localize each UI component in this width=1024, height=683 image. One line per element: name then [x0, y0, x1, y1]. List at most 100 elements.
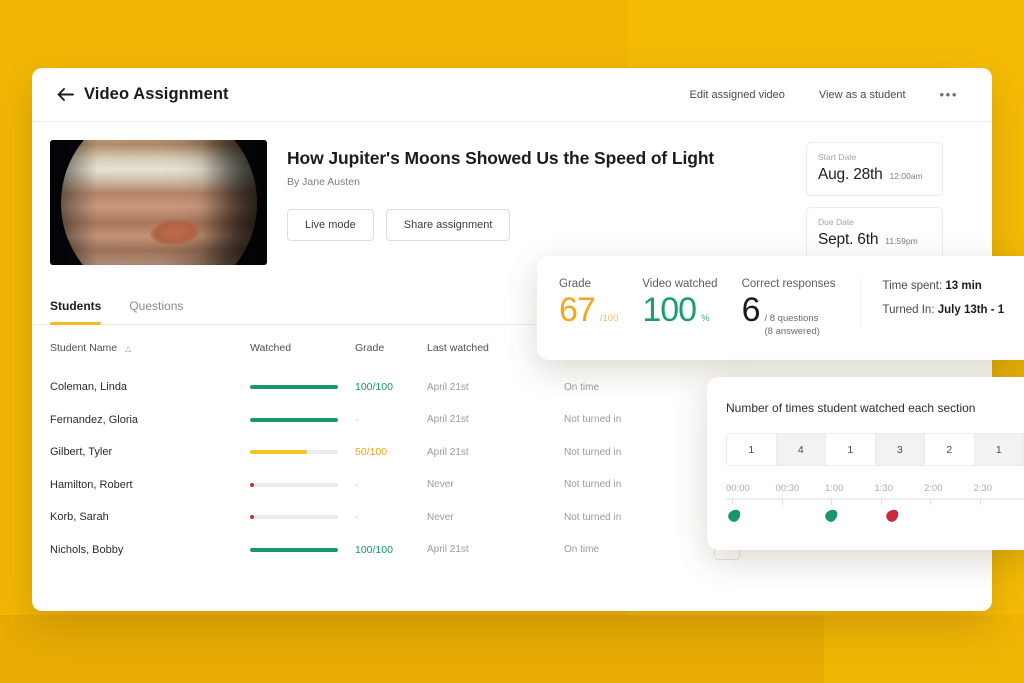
page-title: Video Assignment [84, 85, 229, 104]
start-date-value: Aug. 28th [818, 166, 883, 184]
time-spent-label: Time spent: [883, 280, 943, 292]
due-date-card[interactable]: Due Date Sept. 6th 11:59pm [806, 207, 943, 261]
video-author: By Jane Austen [287, 176, 714, 188]
cell-watched [250, 450, 355, 454]
cell-student-name: Hamilton, Robert [50, 479, 250, 491]
stat-correct-responses-value-row: 6 / 8 questions (8 answered) [742, 293, 836, 341]
background-band-bottom-right [824, 615, 1024, 683]
stat-grade-value-row: 67 /100 [559, 293, 618, 327]
section-count-cell[interactable]: 3 [876, 434, 926, 465]
column-header-student-name[interactable]: Student Name △ [50, 342, 250, 354]
timeline-tick-mark [881, 498, 882, 505]
section-count-cell[interactable]: 1 [826, 434, 876, 465]
cell-student-name: Coleman, Linda [50, 381, 250, 393]
cell-last-watched: April 21st [427, 447, 564, 458]
cell-watched [250, 515, 355, 519]
hero-buttons: Live mode Share assignment [287, 209, 714, 241]
cell-student-name: Fernandez, Gloria [50, 414, 250, 426]
sort-ascending-icon[interactable]: △ [125, 344, 131, 353]
tab-questions[interactable]: Questions [129, 299, 183, 324]
section-count-cell[interactable]: 1 [727, 434, 777, 465]
thumbnail-shading [50, 140, 267, 265]
stat-video-watched-label: Video watched [642, 278, 717, 290]
stat-grade: Grade 67 /100 [559, 278, 618, 327]
timeline-question-pin[interactable] [726, 507, 743, 524]
cell-last-watched: Never [427, 479, 564, 490]
start-date-time: 12:00am [890, 171, 923, 181]
watched-progress-bar [250, 450, 338, 454]
cell-grade: 50/100 [355, 446, 427, 458]
cell-student-name: Gilbert, Tyler [50, 446, 250, 458]
table-row[interactable]: Coleman, Linda100/100April 21stOn time••… [50, 371, 792, 404]
stat-video-watched-value: 100 [642, 293, 696, 327]
timeline-tick-label: 2:30 [974, 483, 1024, 494]
students-table: Student Name △ Watched Grade Last watche… [32, 325, 792, 566]
start-date-card[interactable]: Start Date Aug. 28th 12:00am [806, 142, 943, 196]
section-watch-title: Number of times student watched each sec… [726, 401, 1024, 415]
start-date-value-row: Aug. 28th 12:00am [818, 166, 931, 184]
cell-watched [250, 548, 355, 552]
column-header-student-name-label: Student Name [50, 342, 117, 354]
cell-grade: - [355, 414, 427, 426]
table-row[interactable]: Fernandez, Gloria-April 21stNot turned i… [50, 404, 792, 437]
stat-questions-total: / 8 questions [764, 313, 818, 324]
stat-correct-responses: Correct responses 6 / 8 questions (8 ans… [742, 278, 836, 341]
cell-grade: - [355, 479, 427, 491]
timeline-tick-labels: 00:0000:301:001:302:002:30 [726, 483, 1024, 494]
section-count-cell[interactable]: 4 [777, 434, 827, 465]
section-count-cell[interactable]: 1 [975, 434, 1024, 465]
due-date-label: Due Date [818, 217, 931, 227]
column-header-watched[interactable]: Watched [250, 342, 355, 354]
column-header-grade[interactable]: Grade [355, 342, 427, 354]
watched-progress-bar [250, 418, 338, 422]
cell-grade: - [355, 511, 427, 523]
watched-progress-bar [250, 515, 338, 519]
video-title: How Jupiter's Moons Showed Us the Speed … [287, 148, 714, 169]
timeline-tick-mark [980, 498, 981, 505]
section-count-strip: 141321 [726, 433, 1024, 466]
cell-last-watched: April 21st [427, 544, 564, 555]
turned-in-label: Turned In: [883, 304, 935, 316]
timeline-tick-label: 1:30 [875, 483, 925, 494]
edit-assigned-video-link[interactable]: Edit assigned video [689, 89, 784, 101]
stat-grade-label: Grade [559, 278, 618, 290]
tab-students[interactable]: Students [50, 299, 101, 324]
top-bar: Video Assignment Edit assigned video Vie… [32, 68, 992, 122]
cell-turned-in: On time [564, 544, 714, 555]
turned-in-row: Turned In: July 13th - 1 [883, 304, 1005, 316]
timeline-tick-label: 1:00 [825, 483, 875, 494]
view-as-student-link[interactable]: View as a student [819, 89, 906, 101]
time-spent-row: Time spent: 13 min [883, 280, 1005, 292]
cell-turned-in: Not turned in [564, 447, 714, 458]
section-count-cell[interactable]: 2 [925, 434, 975, 465]
stat-correct-responses-label: Correct responses [742, 278, 836, 290]
cell-grade: 100/100 [355, 381, 427, 393]
table-body: Coleman, Linda100/100April 21stOn time••… [50, 371, 792, 566]
timeline-tick-mark [930, 498, 931, 505]
video-thumbnail[interactable] [50, 140, 267, 265]
back-arrow-icon[interactable] [54, 84, 76, 106]
live-mode-button[interactable]: Live mode [287, 209, 374, 241]
start-date-label: Start Date [818, 152, 931, 162]
watched-progress-bar [250, 385, 338, 389]
cell-watched [250, 418, 355, 422]
timeline-axis [726, 498, 1024, 506]
table-row[interactable]: Nichols, Bobby100/100April 21stOn time••… [50, 534, 792, 567]
table-row[interactable]: Korb, Sarah-NeverNot turned in••• [50, 501, 792, 534]
stat-grade-suffix: /100 [600, 313, 619, 324]
due-date-value: Sept. 6th [818, 231, 878, 249]
stat-correct-responses-value: 6 [742, 293, 760, 327]
cell-student-name: Korb, Sarah [50, 511, 250, 523]
cell-student-name: Nichols, Bobby [50, 544, 250, 556]
timeline-question-pin[interactable] [884, 507, 901, 524]
stat-questions-answered: (8 answered) [764, 326, 819, 337]
more-options-icon[interactable]: ••• [940, 87, 962, 102]
watched-progress-bar [250, 548, 338, 552]
table-row[interactable]: Gilbert, Tyler 50/100April 21stNot turned… [50, 436, 792, 469]
share-assignment-button[interactable]: Share assignment [386, 209, 511, 241]
timeline-tick-mark [831, 498, 832, 505]
timeline-tick-label: 00:00 [726, 483, 776, 494]
timeline-question-pin[interactable] [823, 507, 840, 524]
section-watch-card: Number of times student watched each sec… [707, 377, 1024, 550]
table-row[interactable]: Hamilton, Robert-NeverNot turned in••• [50, 469, 792, 502]
